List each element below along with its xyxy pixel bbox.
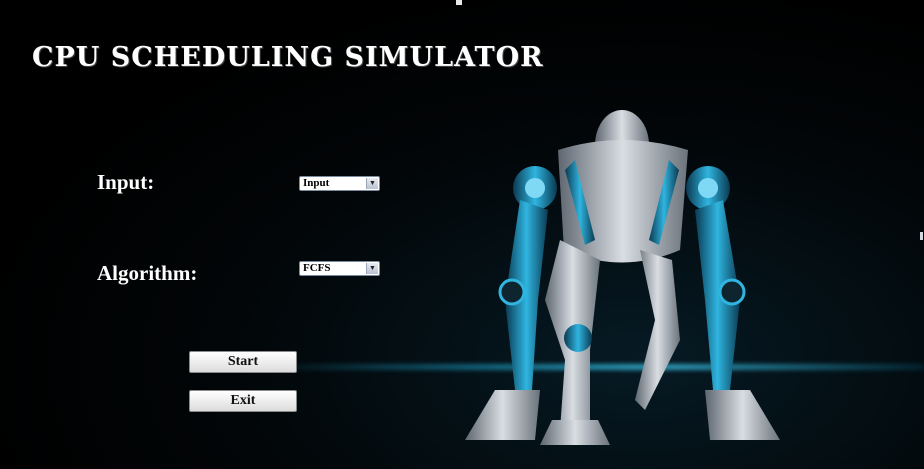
input-label: Input: xyxy=(97,170,155,194)
input-select[interactable]: Input ▼ xyxy=(299,176,380,191)
algorithm-select[interactable]: FCFS ▼ xyxy=(299,261,380,276)
top-edge-mark xyxy=(456,0,462,5)
chevron-down-icon[interactable]: ▼ xyxy=(366,263,378,274)
exit-button[interactable]: Exit xyxy=(189,390,297,412)
right-edge-mark xyxy=(920,232,923,240)
algorithm-select-value: FCFS xyxy=(303,262,331,274)
start-button[interactable]: Start xyxy=(189,351,297,373)
splash-window: CPU SCHEDULING SIMULATOR Input: Input ▼ … xyxy=(0,0,924,469)
app-title: CPU SCHEDULING SIMULATOR xyxy=(32,42,544,73)
robot-runner-image xyxy=(465,110,780,445)
chevron-down-icon[interactable]: ▼ xyxy=(366,178,378,189)
algorithm-label: Algorithm: xyxy=(97,261,198,285)
input-select-value: Input xyxy=(303,177,330,189)
